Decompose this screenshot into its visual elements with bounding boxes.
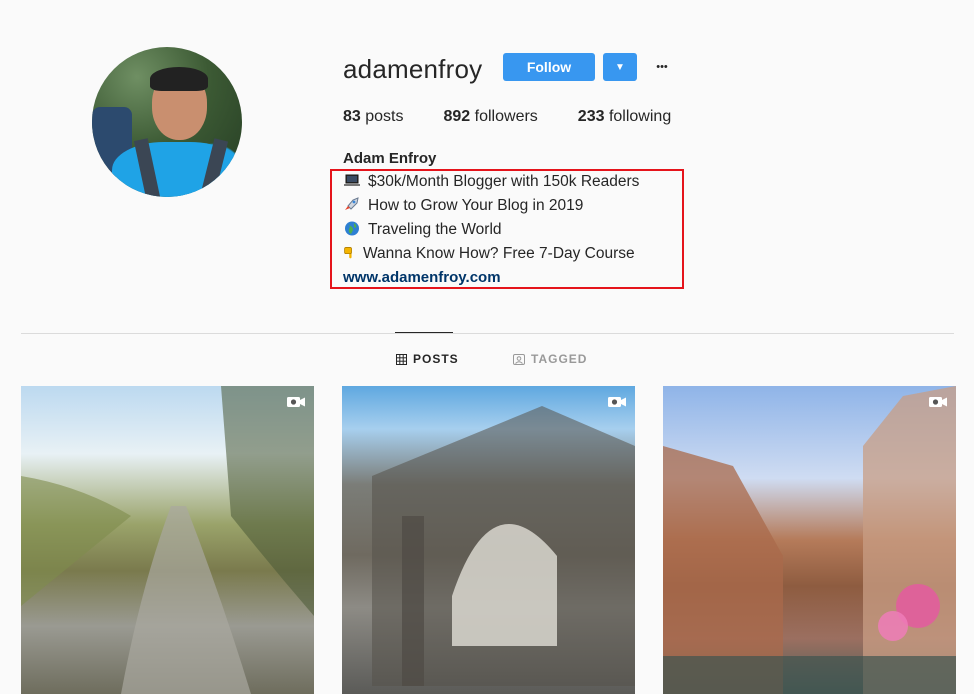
following-count: 233 xyxy=(577,108,605,125)
pointing-down-icon xyxy=(344,247,352,259)
video-camera-icon xyxy=(287,397,305,407)
following-label: following xyxy=(608,108,672,125)
bio-line-text: Wanna Know How? Free 7-Day Course xyxy=(363,245,635,262)
post-thumbnail[interactable] xyxy=(21,386,314,694)
post-thumbnail[interactable] xyxy=(663,386,956,694)
grid-icon xyxy=(396,353,407,365)
profile-avatar[interactable] xyxy=(92,47,242,197)
more-options-button[interactable]: ••• xyxy=(650,58,674,76)
active-tab-indicator xyxy=(395,332,453,333)
stat-followers[interactable]: 892 followers xyxy=(444,108,538,126)
bio-line-text: $30k/Month Blogger with 150k Readers xyxy=(368,173,640,190)
more-dots-icon: ••• xyxy=(656,60,668,73)
profile-stats: 83 posts 892 followers 233 following xyxy=(343,108,711,126)
stat-following[interactable]: 233 following xyxy=(578,108,671,126)
tab-tagged-label: TAGGED xyxy=(531,352,588,366)
bio-line-text: Traveling the World xyxy=(368,221,502,238)
tab-posts-label: POSTS xyxy=(413,352,459,366)
followers-count: 892 xyxy=(443,108,471,125)
tab-tagged[interactable]: TAGGED xyxy=(513,352,587,366)
suggestions-dropdown-button[interactable]: ▼ xyxy=(603,53,637,81)
post-thumbnail[interactable] xyxy=(342,386,635,694)
bio-line: Traveling the World xyxy=(343,221,502,239)
followers-label: followers xyxy=(474,108,538,125)
profile-full-name: Adam Enfroy xyxy=(343,150,437,167)
globe-icon xyxy=(345,221,359,236)
tabs-divider xyxy=(21,333,954,334)
bio-line-text: How to Grow Your Blog in 2019 xyxy=(368,197,584,214)
laptop-icon xyxy=(344,174,360,186)
bio-line: Wanna Know How? Free 7-Day Course xyxy=(343,245,635,263)
post-image-village xyxy=(663,386,956,694)
posts-count: 83 xyxy=(343,108,361,125)
post-image-arch xyxy=(372,406,635,686)
video-camera-icon xyxy=(608,397,626,407)
stat-posts: 83 posts xyxy=(343,108,404,126)
tag-icon xyxy=(513,353,525,365)
follow-button[interactable]: Follow xyxy=(503,53,595,81)
posts-label: posts xyxy=(365,108,404,125)
chevron-down-icon: ▼ xyxy=(615,61,625,73)
profile-website-link[interactable]: www.adamenfroy.com xyxy=(343,269,501,286)
profile-username: adamenfroy xyxy=(343,54,483,84)
tab-posts[interactable]: POSTS xyxy=(396,352,459,366)
post-image-trail xyxy=(21,386,314,694)
avatar-hair xyxy=(150,67,208,91)
rocket-icon xyxy=(345,197,359,210)
video-camera-icon xyxy=(929,397,947,407)
bio-line: How to Grow Your Blog in 2019 xyxy=(343,197,583,215)
bio-line: $30k/Month Blogger with 150k Readers xyxy=(343,173,639,191)
